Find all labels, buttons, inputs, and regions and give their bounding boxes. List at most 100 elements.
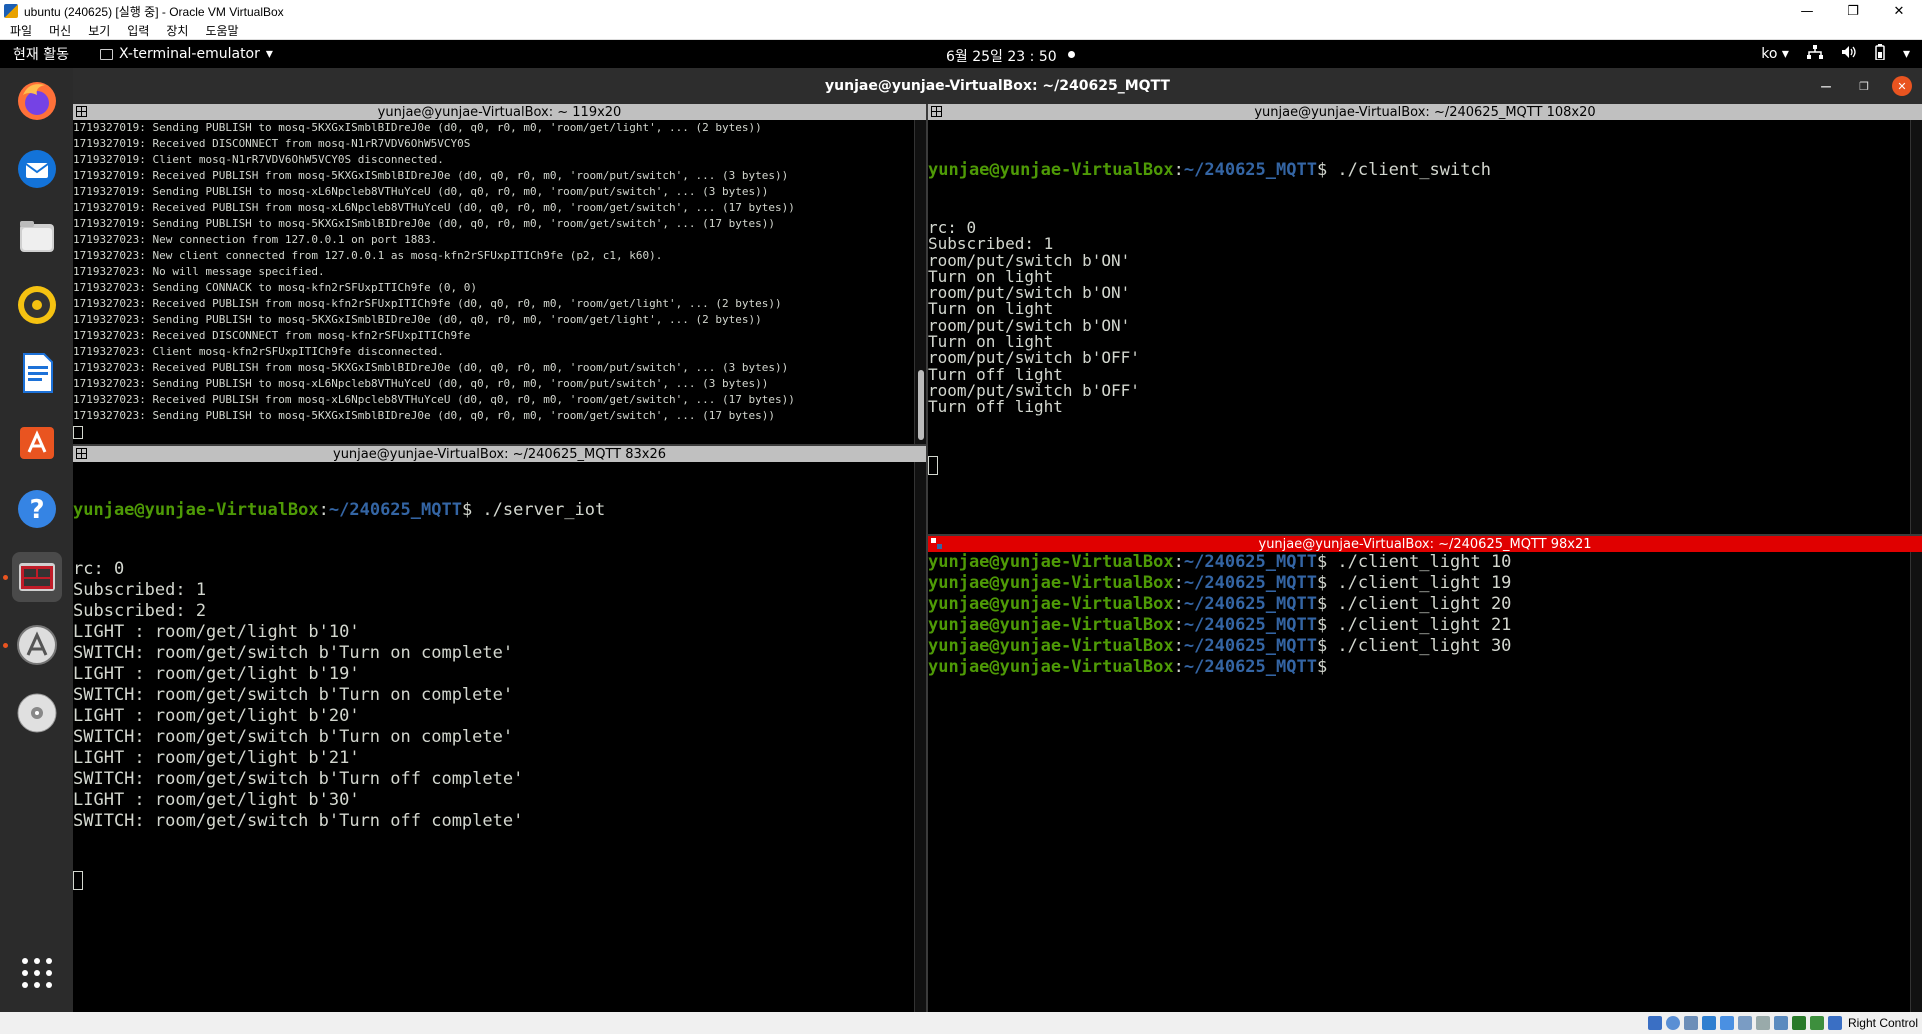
terminal-icon[interactable] bbox=[12, 552, 62, 602]
audio-icon[interactable] bbox=[1683, 1016, 1698, 1030]
log-line: 1719327023: New connection from 127.0.0.… bbox=[73, 233, 438, 246]
menu-file[interactable]: 파일 bbox=[0, 22, 39, 39]
scrollbar[interactable] bbox=[914, 462, 926, 1012]
system-menu-chevron-icon[interactable]: ▾ bbox=[1903, 46, 1910, 62]
output-line: rc: 0 bbox=[73, 559, 125, 579]
virtualbox-icon bbox=[4, 4, 18, 18]
input-method-label: ko bbox=[1761, 46, 1778, 62]
menu-devices[interactable]: 장치 bbox=[156, 22, 195, 39]
output-line: room/put/switch b'ON' bbox=[928, 250, 1131, 270]
pane-header[interactable]: yunjae@yunjae-VirtualBox: ~ 119x20 bbox=[73, 104, 926, 120]
volume-icon[interactable] bbox=[1841, 45, 1857, 63]
maximize-button[interactable]: ❐ bbox=[1830, 0, 1876, 22]
terminal-pane-client-light[interactable]: yunjae@yunjae-VirtualBox: ~/240625_MQTT … bbox=[928, 536, 1922, 1012]
grip-icon[interactable] bbox=[76, 106, 87, 117]
log-line: 1719327019: Client mosq-N1rR7VDV6OhW5VCY… bbox=[73, 153, 444, 166]
files-icon[interactable] bbox=[12, 212, 62, 262]
log-line: 1719327019: Received PUBLISH from mosq-5… bbox=[73, 169, 789, 182]
grip-icon[interactable] bbox=[931, 538, 942, 549]
log-line: 1719327019: Received DISCONNECT from mos… bbox=[73, 137, 471, 150]
menu-input[interactable]: 입력 bbox=[117, 22, 156, 39]
maximize-icon[interactable]: ❐ bbox=[1854, 76, 1874, 96]
prompt-user: yunjae@yunjae-VirtualBox bbox=[928, 594, 1174, 614]
prompt-line: yunjae@yunjae-VirtualBox:~/240625_MQTT$ … bbox=[928, 160, 1491, 180]
display-icon[interactable] bbox=[1755, 1016, 1770, 1030]
terminal-output[interactable]: yunjae@yunjae-VirtualBox:~/240625_MQTT$ … bbox=[73, 462, 914, 1012]
output-line: room/put/switch b'ON' bbox=[928, 283, 1131, 303]
cpu-icon[interactable] bbox=[1791, 1016, 1806, 1030]
thunderbird-icon[interactable] bbox=[12, 144, 62, 194]
terminal-output[interactable]: 1719327019: Sending PUBLISH to mosq-5KXG… bbox=[73, 120, 914, 444]
minimize-icon[interactable]: — bbox=[1816, 76, 1836, 96]
output-line: LIGHT : room/get/light b'20' bbox=[73, 706, 360, 726]
log-line: 1719327019: Received PUBLISH from mosq-x… bbox=[73, 201, 795, 214]
shared-folder-icon[interactable] bbox=[1737, 1016, 1752, 1030]
mouse-integration-icon[interactable] bbox=[1809, 1016, 1824, 1030]
command-text: $ ./client_light 19 bbox=[1316, 573, 1512, 593]
log-line: 1719327023: New client connected from 12… bbox=[73, 249, 663, 262]
pane-header-active[interactable]: yunjae@yunjae-VirtualBox: ~/240625_MQTT … bbox=[928, 536, 1922, 552]
firefox-icon[interactable] bbox=[12, 76, 62, 126]
scroll-thumb[interactable] bbox=[918, 370, 924, 440]
grip-icon[interactable] bbox=[931, 106, 942, 117]
recording-icon[interactable] bbox=[1773, 1016, 1788, 1030]
output-line: LIGHT : room/get/light b'21' bbox=[73, 748, 360, 768]
software-updater-icon[interactable] bbox=[12, 620, 62, 670]
terminator-titlebar[interactable]: yunjae@yunjae-VirtualBox: ~/240625_MQTT … bbox=[73, 68, 1922, 104]
rhythmbox-icon[interactable] bbox=[12, 280, 62, 330]
system-tray[interactable]: ko ▾ ▾ bbox=[1761, 44, 1922, 64]
close-button[interactable]: ✕ bbox=[1876, 0, 1922, 22]
libreoffice-writer-icon[interactable] bbox=[12, 348, 62, 398]
terminal-mini-icon bbox=[100, 48, 113, 60]
keyboard-icon[interactable] bbox=[1827, 1016, 1842, 1030]
help-icon[interactable]: ? bbox=[12, 484, 62, 534]
clock[interactable]: 6월 25일 23 : 50 bbox=[946, 46, 1057, 66]
log-line: 1719327023: Sending CONNACK to mosq-kfn2… bbox=[73, 281, 477, 294]
output-line: LIGHT : room/get/light b'10' bbox=[73, 622, 360, 642]
menu-machine[interactable]: 머신 bbox=[39, 22, 78, 39]
battery-icon[interactable] bbox=[1875, 44, 1885, 64]
prompt-user: yunjae@yunjae-VirtualBox bbox=[928, 573, 1174, 593]
app-center-icon[interactable] bbox=[12, 416, 62, 466]
output-line: room/put/switch b'OFF' bbox=[928, 348, 1140, 368]
terminal-pane-server[interactable]: yunjae@yunjae-VirtualBox: ~/240625_MQTT … bbox=[73, 446, 926, 1012]
app-menu[interactable]: X-terminal-emulator ▾ bbox=[100, 46, 273, 62]
prompt-user: yunjae@yunjae-VirtualBox bbox=[928, 160, 1174, 180]
vbox-menubar: 파일 머신 보기 입력 장치 도움말 bbox=[0, 22, 1922, 40]
grip-icon[interactable] bbox=[76, 448, 87, 459]
cursor bbox=[73, 425, 83, 439]
terminal-pane-client-switch[interactable]: yunjae@yunjae-VirtualBox: ~/240625_MQTT … bbox=[928, 104, 1922, 534]
terminal-output[interactable]: yunjae@yunjae-VirtualBox:~/240625_MQTT$ … bbox=[928, 120, 1910, 534]
optical-drive-icon[interactable] bbox=[1665, 1016, 1680, 1030]
command-text: $ ./client_light 30 bbox=[1316, 636, 1512, 656]
prompt-line: yunjae@yunjae-VirtualBox:~/240625_MQTT$ … bbox=[928, 594, 1512, 614]
close-icon[interactable]: ✕ bbox=[1892, 76, 1912, 96]
scrollbar[interactable] bbox=[1910, 552, 1922, 1012]
menu-view[interactable]: 보기 bbox=[78, 22, 117, 39]
log-line: 1719327019: Sending PUBLISH to mosq-xL6N… bbox=[73, 185, 769, 198]
terminal-pane-mosquitto[interactable]: yunjae@yunjae-VirtualBox: ~ 119x20 17193… bbox=[73, 104, 926, 444]
input-method[interactable]: ko ▾ bbox=[1761, 46, 1789, 62]
disc-icon[interactable] bbox=[12, 688, 62, 738]
usb-icon[interactable] bbox=[1719, 1016, 1734, 1030]
minimize-button[interactable]: — bbox=[1784, 0, 1830, 22]
gnome-top-bar: 현재 활동 X-terminal-emulator ▾ 6월 25일 23 : … bbox=[0, 40, 1922, 68]
pane-header[interactable]: yunjae@yunjae-VirtualBox: ~/240625_MQTT … bbox=[928, 104, 1922, 120]
scrollbar[interactable] bbox=[914, 120, 926, 444]
show-apps-icon[interactable] bbox=[12, 948, 62, 998]
svg-text:?: ? bbox=[29, 495, 44, 525]
pane-header[interactable]: yunjae@yunjae-VirtualBox: ~/240625_MQTT … bbox=[73, 446, 926, 462]
prompt-user: yunjae@yunjae-VirtualBox bbox=[73, 500, 319, 520]
terminal-output[interactable]: yunjae@yunjae-VirtualBox:~/240625_MQTT$ … bbox=[928, 552, 1910, 1012]
output-line: SWITCH: room/get/switch b'Turn on comple… bbox=[73, 727, 514, 747]
scrollbar[interactable] bbox=[1910, 120, 1922, 534]
network-icon[interactable] bbox=[1806, 45, 1823, 63]
prompt-line: yunjae@yunjae-VirtualBox:~/240625_MQTT$ … bbox=[928, 615, 1512, 635]
prompt-user: yunjae@yunjae-VirtualBox bbox=[928, 657, 1174, 677]
network-adapter-icon[interactable] bbox=[1701, 1016, 1716, 1030]
pane-title: yunjae@yunjae-VirtualBox: ~/240625_MQTT … bbox=[1254, 104, 1596, 120]
menu-help[interactable]: 도움말 bbox=[195, 22, 245, 39]
running-indicator-icon bbox=[3, 575, 8, 580]
activities-button[interactable]: 현재 활동 bbox=[0, 44, 100, 64]
hard-disk-icon[interactable] bbox=[1647, 1016, 1662, 1030]
